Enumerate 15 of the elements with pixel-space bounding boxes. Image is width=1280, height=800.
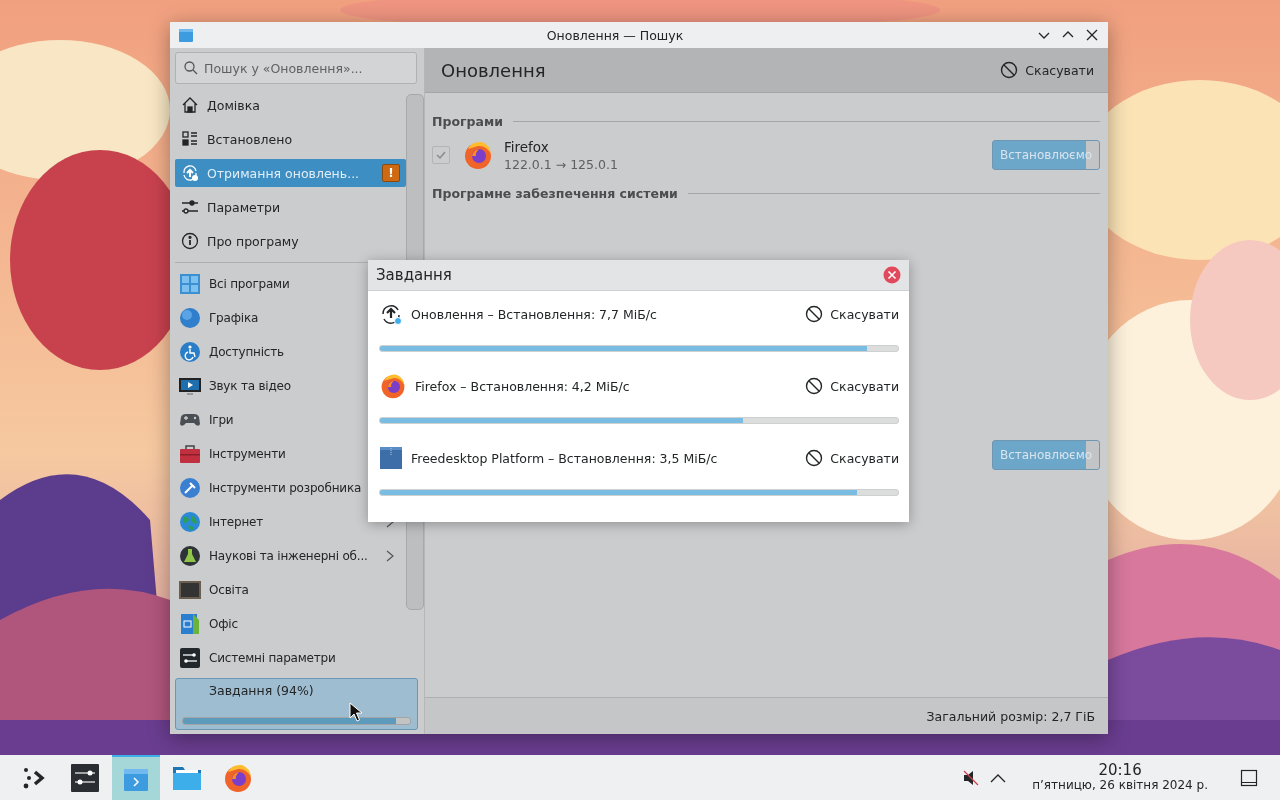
version-text: 122.0.1 → 125.0.1 [504,156,619,172]
tasks-label: Завдання (94%) [208,683,315,698]
section-heading: Програми [432,113,503,129]
clock-time: 20:16 [1098,761,1142,780]
dialog-title: Завдання [376,266,453,284]
task-label: Оновлення – Встановлення: 7,7 МіБ/с [411,306,658,322]
task-label: Firefox – Встановлення: 4,2 МіБ/с [415,378,631,394]
window-title: Оновлення — Пошук [545,27,685,43]
task-label: Freedesktop Platform – Встановлення: 3,5 МіБ/с [411,450,719,466]
clock-date: п’ятницю, 26 квітня 2024 р. [1032,779,1208,793]
app-name: Firefox [504,138,550,155]
page-title: Оновлення [441,59,547,81]
section-heading: Програмне забезпечення системи [432,185,678,201]
total-size: Загальний розмір: 2,7 ГіБ [926,708,1095,724]
warning-badge: ! [382,164,400,182]
